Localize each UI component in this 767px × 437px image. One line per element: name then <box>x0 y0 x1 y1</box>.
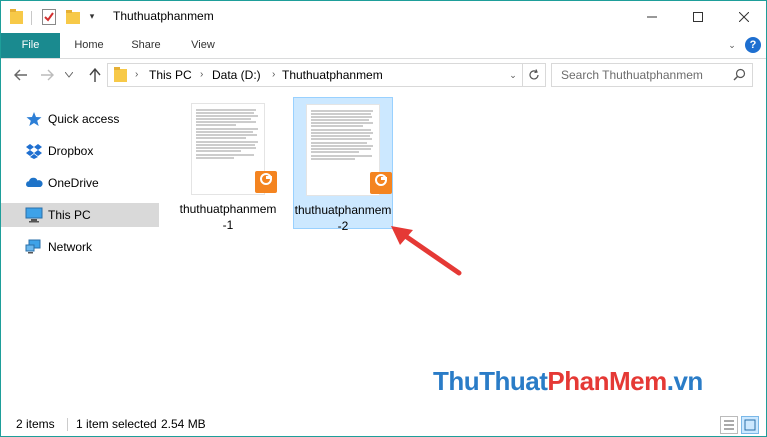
navigation-bar: › This PC › Data (D:) › Thuthuatphanmem … <box>1 59 766 91</box>
chevron-down-icon[interactable]: ⌄ <box>725 38 739 52</box>
breadcrumb-this-pc[interactable]: This PC <box>149 64 192 86</box>
pdf-file-icon <box>255 171 277 193</box>
sidebar-item-network[interactable]: Network <box>1 235 159 259</box>
sidebar-item-this-pc[interactable]: This PC <box>1 203 159 227</box>
selection-size: 2.54 MB <box>161 417 206 431</box>
chevron-right-icon[interactable]: › <box>272 64 275 86</box>
window-title: Thuthuatphanmem <box>113 9 214 23</box>
explorer-window: ▾ Thuthuatphanmem File Home Share View ⌄… <box>0 0 767 437</box>
large-icons-view-button[interactable] <box>741 416 759 434</box>
file-item-2[interactable]: thuthuatphanmem-2 <box>293 97 393 233</box>
tab-file[interactable]: File <box>1 33 60 58</box>
details-view-icon <box>724 420 734 430</box>
pdf-thumbnail <box>191 103 265 195</box>
sidebar-item-label: Dropbox <box>48 144 94 158</box>
status-bar: 2 items 1 item selected 2.54 MB <box>1 413 766 436</box>
tab-share[interactable]: Share <box>125 33 167 58</box>
sidebar-item-label: OneDrive <box>48 176 99 190</box>
network-icon <box>25 239 43 255</box>
close-button[interactable] <box>721 1 767 33</box>
chevron-down-icon[interactable]: ⌄ <box>504 64 522 86</box>
sidebar-item-dropbox[interactable]: Dropbox <box>1 139 159 163</box>
selection-count: 1 item selected <box>76 417 157 431</box>
sidebar-item-label: Quick access <box>48 112 120 126</box>
sidebar-item-onedrive[interactable]: OneDrive <box>1 171 159 195</box>
tab-view[interactable]: View <box>184 33 222 58</box>
details-view-button[interactable] <box>720 416 738 434</box>
annotation-arrow <box>391 226 462 276</box>
ribbon-tabs: File Home Share View ⌄ ? <box>1 33 766 59</box>
onedrive-icon <box>25 175 43 191</box>
refresh-button[interactable] <box>523 63 546 87</box>
sidebar-item-quick-access[interactable]: Quick access <box>1 107 159 131</box>
watermark-part-2: PhanMem <box>547 366 667 396</box>
sidebar-item-label: This PC <box>48 208 91 222</box>
back-button[interactable] <box>11 65 31 85</box>
sidebar-item-label: Network <box>48 240 93 254</box>
navigation-pane: Quick access Dropbox OneDrive This PC Ne… <box>1 91 161 411</box>
folder-icon <box>114 67 128 86</box>
chevron-right-icon[interactable]: › <box>200 64 203 86</box>
file-list-area: thuthuatphanmem-1 thuthuatphanmem-2 <box>163 91 763 409</box>
address-bar[interactable]: › This PC › Data (D:) › Thuthuatphanmem … <box>107 63 523 87</box>
minimize-button[interactable] <box>629 1 675 33</box>
customize-toolbar-icon[interactable]: ▾ <box>87 9 97 23</box>
document-preview-lines <box>311 110 373 160</box>
file-name: thuthuatphanmem-1 <box>179 202 277 232</box>
title-bar: ▾ Thuthuatphanmem <box>1 1 766 33</box>
dropbox-icon <box>25 143 43 159</box>
file-name: thuthuatphanmem-2 <box>294 203 392 233</box>
this-pc-icon <box>25 207 43 223</box>
tab-home[interactable]: Home <box>67 33 111 58</box>
pdf-thumbnail <box>306 104 380 196</box>
forward-button[interactable] <box>37 65 57 85</box>
search-placeholder: Search Thuthuatphanmem <box>561 68 703 82</box>
file-item-1[interactable]: thuthuatphanmem-1 <box>179 97 277 232</box>
watermark-part-3: .vn <box>666 366 704 396</box>
breadcrumb-data-drive[interactable]: Data (D:) <box>212 64 261 86</box>
search-input[interactable]: Search Thuthuatphanmem <box>551 63 753 87</box>
document-preview-lines <box>196 109 258 159</box>
star-icon <box>25 111 43 127</box>
help-icon[interactable]: ? <box>745 37 761 53</box>
properties-icon[interactable] <box>42 9 56 25</box>
chevron-right-icon[interactable]: › <box>135 64 138 86</box>
search-icon[interactable] <box>733 68 746 84</box>
pdf-file-icon <box>370 172 392 194</box>
large-icons-view-icon <box>744 419 756 431</box>
new-folder-icon[interactable] <box>66 9 82 25</box>
recent-locations-button[interactable] <box>63 65 75 85</box>
folder-icon[interactable] <box>10 9 24 25</box>
breadcrumb-current-folder[interactable]: Thuthuatphanmem <box>282 64 383 86</box>
status-separator <box>67 418 68 431</box>
quick-access-separator <box>31 11 32 25</box>
up-button[interactable] <box>85 65 105 85</box>
item-count: 2 items <box>16 417 55 431</box>
watermark-logo: ThuThuatPhanMem.vn <box>433 366 703 397</box>
maximize-button[interactable] <box>675 1 721 33</box>
watermark-part-1: ThuThuat <box>433 366 548 396</box>
